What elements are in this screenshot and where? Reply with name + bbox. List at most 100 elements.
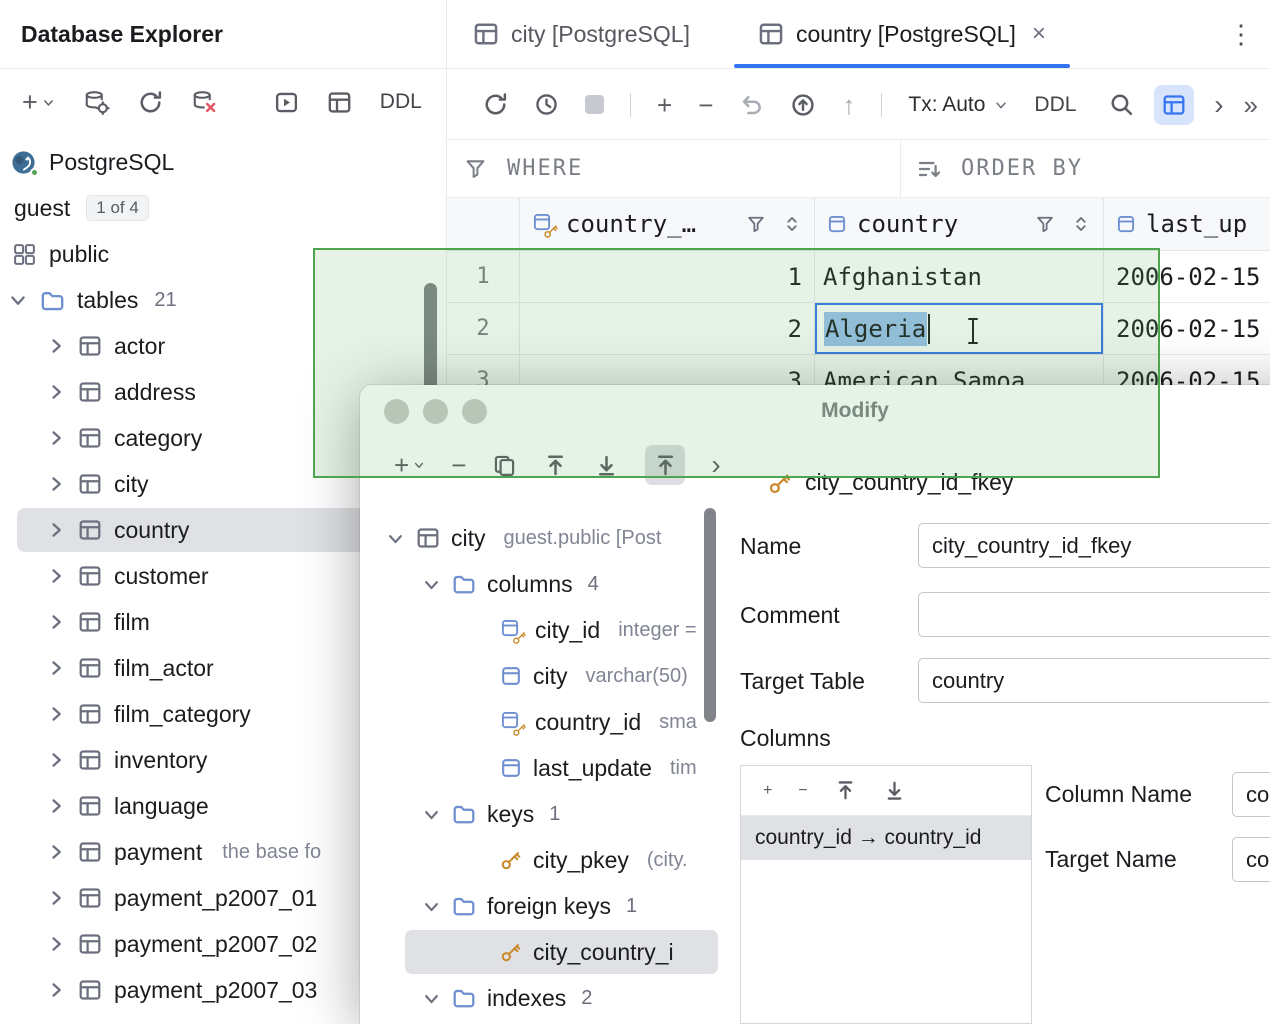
comment-label: Comment [740,602,840,629]
disconnect-button[interactable] [191,89,218,116]
dialog-tree-pkey[interactable]: city_pkey (city. [360,837,722,883]
dialog-tree-indexes-folder[interactable]: indexes 2 [360,975,722,1021]
foreign-key-icon [500,941,522,963]
add-row-button[interactable]: + [657,92,672,118]
move-down-button[interactable] [594,453,619,478]
add-data-source-button[interactable]: + [22,87,55,118]
minimize-window-button[interactable] [423,399,448,424]
tree-item-schema[interactable]: public [0,231,446,277]
column-meta: integer = [618,619,696,642]
auto-refresh-button[interactable] [534,92,559,117]
remove-button[interactable]: − [451,452,466,478]
cell-country-id[interactable]: 1 [520,251,815,302]
table-icon [78,840,102,864]
dialog-tree-scrollbar-thumb[interactable] [704,508,716,722]
move-mapping-up-button[interactable] [834,779,857,802]
dialog-tree-columns-folder[interactable]: columns 4 [360,561,722,607]
transaction-mode-select[interactable]: Tx: Auto [908,93,1008,117]
search-button[interactable] [1109,92,1134,117]
row-number: 2 [447,303,520,354]
refresh-button[interactable] [138,90,163,115]
table-icon [78,426,102,450]
target-table-input[interactable] [918,658,1270,703]
column-icon [1116,214,1136,234]
dialog-tree-column-city[interactable]: city varchar(50) [360,653,722,699]
funnel-icon[interactable] [746,214,766,234]
column-header-last-update[interactable]: last_up [1104,198,1270,250]
move-up-button[interactable] [543,453,568,478]
add-column-mapping-button[interactable]: + [763,782,772,800]
table-row[interactable]: 2 2 Algeria 2006-02-15 [447,303,1270,355]
table-icon [416,526,440,550]
arrow-up-to-line-icon [543,453,568,478]
tab-country[interactable]: country [PostgreSQL] × [732,0,1072,68]
table-icon [78,932,102,956]
dialog-tree-foreign-keys-folder[interactable]: foreign keys 1 [360,883,722,929]
name-input[interactable] [918,523,1270,568]
remove-column-mapping-button[interactable]: − [798,782,807,800]
cell-country[interactable]: Afghanistan [815,251,1104,302]
dialog-title-bar[interactable]: Modify [360,385,1270,437]
dialog-tree-fkey-selected[interactable]: city_country_i [360,929,722,975]
dialog-tree-column-city-id[interactable]: city_id integer = [360,607,722,653]
folder-label: keys [487,801,534,828]
push-button[interactable]: ↑ [842,92,855,118]
tree-item-tables-folder[interactable]: tables 21 [0,277,446,323]
move-mapping-down-button[interactable] [883,779,906,802]
close-window-button[interactable] [384,399,409,424]
data-source-properties-button[interactable] [83,89,110,116]
sort-icon[interactable] [782,214,802,234]
submit-button[interactable] [790,92,816,118]
table-icon [78,334,102,358]
scroll-to-top-button[interactable] [645,445,685,485]
more-actions-button[interactable]: » [1244,92,1258,118]
tree-item-table-actor[interactable]: actor [0,323,446,369]
duplicate-button[interactable] [492,453,517,478]
ddl-button[interactable]: DDL [1034,93,1076,117]
chevron-right-icon [46,842,66,862]
plus-icon: + [394,452,409,478]
column-mapping-row[interactable]: country_id → country_id [741,816,1031,860]
cell-country-editing[interactable]: Algeria [815,303,1104,354]
column-header-country[interactable]: country [815,198,1104,250]
cell-country-id[interactable]: 2 [520,303,815,354]
delete-row-button[interactable]: − [698,92,713,118]
next-toolbar-button[interactable]: › [1214,91,1223,119]
columns-section-label: Columns [740,725,831,752]
more-toolbar-button[interactable]: › [711,451,720,479]
target-name-input[interactable] [1232,837,1270,882]
revert-button[interactable] [739,92,764,117]
explorer-scrollbar-thumb[interactable] [424,283,437,391]
chevron-right-icon [46,382,66,402]
tree-item-user[interactable]: guest 1 of 4 [0,185,446,231]
dialog-tree-table-city[interactable]: city guest.public [Post [360,515,722,561]
kebab-menu-icon[interactable]: ⋮ [1228,19,1254,50]
sort-icon[interactable] [1071,214,1091,234]
cell-last-update[interactable]: 2006-02-15 [1104,251,1270,302]
tree-item-datasource[interactable]: PostgreSQL [0,139,446,185]
cell-last-update[interactable]: 2006-02-15 [1104,303,1270,354]
column-header-country-id[interactable]: country_… [520,198,815,250]
where-label: WHERE [507,156,583,181]
tab-city[interactable]: city [PostgreSQL] [447,0,716,68]
table-label: payment [114,839,202,866]
view-options-button[interactable] [1154,85,1194,125]
where-filter-field[interactable]: WHERE [447,140,900,197]
folder-count: 1 [626,895,637,918]
table-row[interactable]: 1 1 Afghanistan 2006-02-15 [447,251,1270,303]
cell-editor[interactable]: Algeria [815,303,1103,354]
close-tab-icon[interactable]: × [1032,20,1046,48]
dialog-tree-column-last-update[interactable]: last_update tim [360,745,722,791]
funnel-icon[interactable] [1035,214,1055,234]
zoom-window-button[interactable] [462,399,487,424]
add-button[interactable]: + [394,452,425,478]
dialog-tree-column-country-id[interactable]: country_id sma [360,699,722,745]
column-name-input[interactable] [1232,772,1270,817]
jump-to-console-button[interactable] [274,90,299,115]
open-table-button[interactable] [327,90,352,115]
reload-data-button[interactable] [483,92,508,117]
dialog-tree-keys-folder[interactable]: keys 1 [360,791,722,837]
comment-input[interactable] [918,592,1270,637]
order-by-filter-field[interactable]: ORDER BY [900,140,1083,197]
ddl-button[interactable]: DDL [380,90,422,114]
